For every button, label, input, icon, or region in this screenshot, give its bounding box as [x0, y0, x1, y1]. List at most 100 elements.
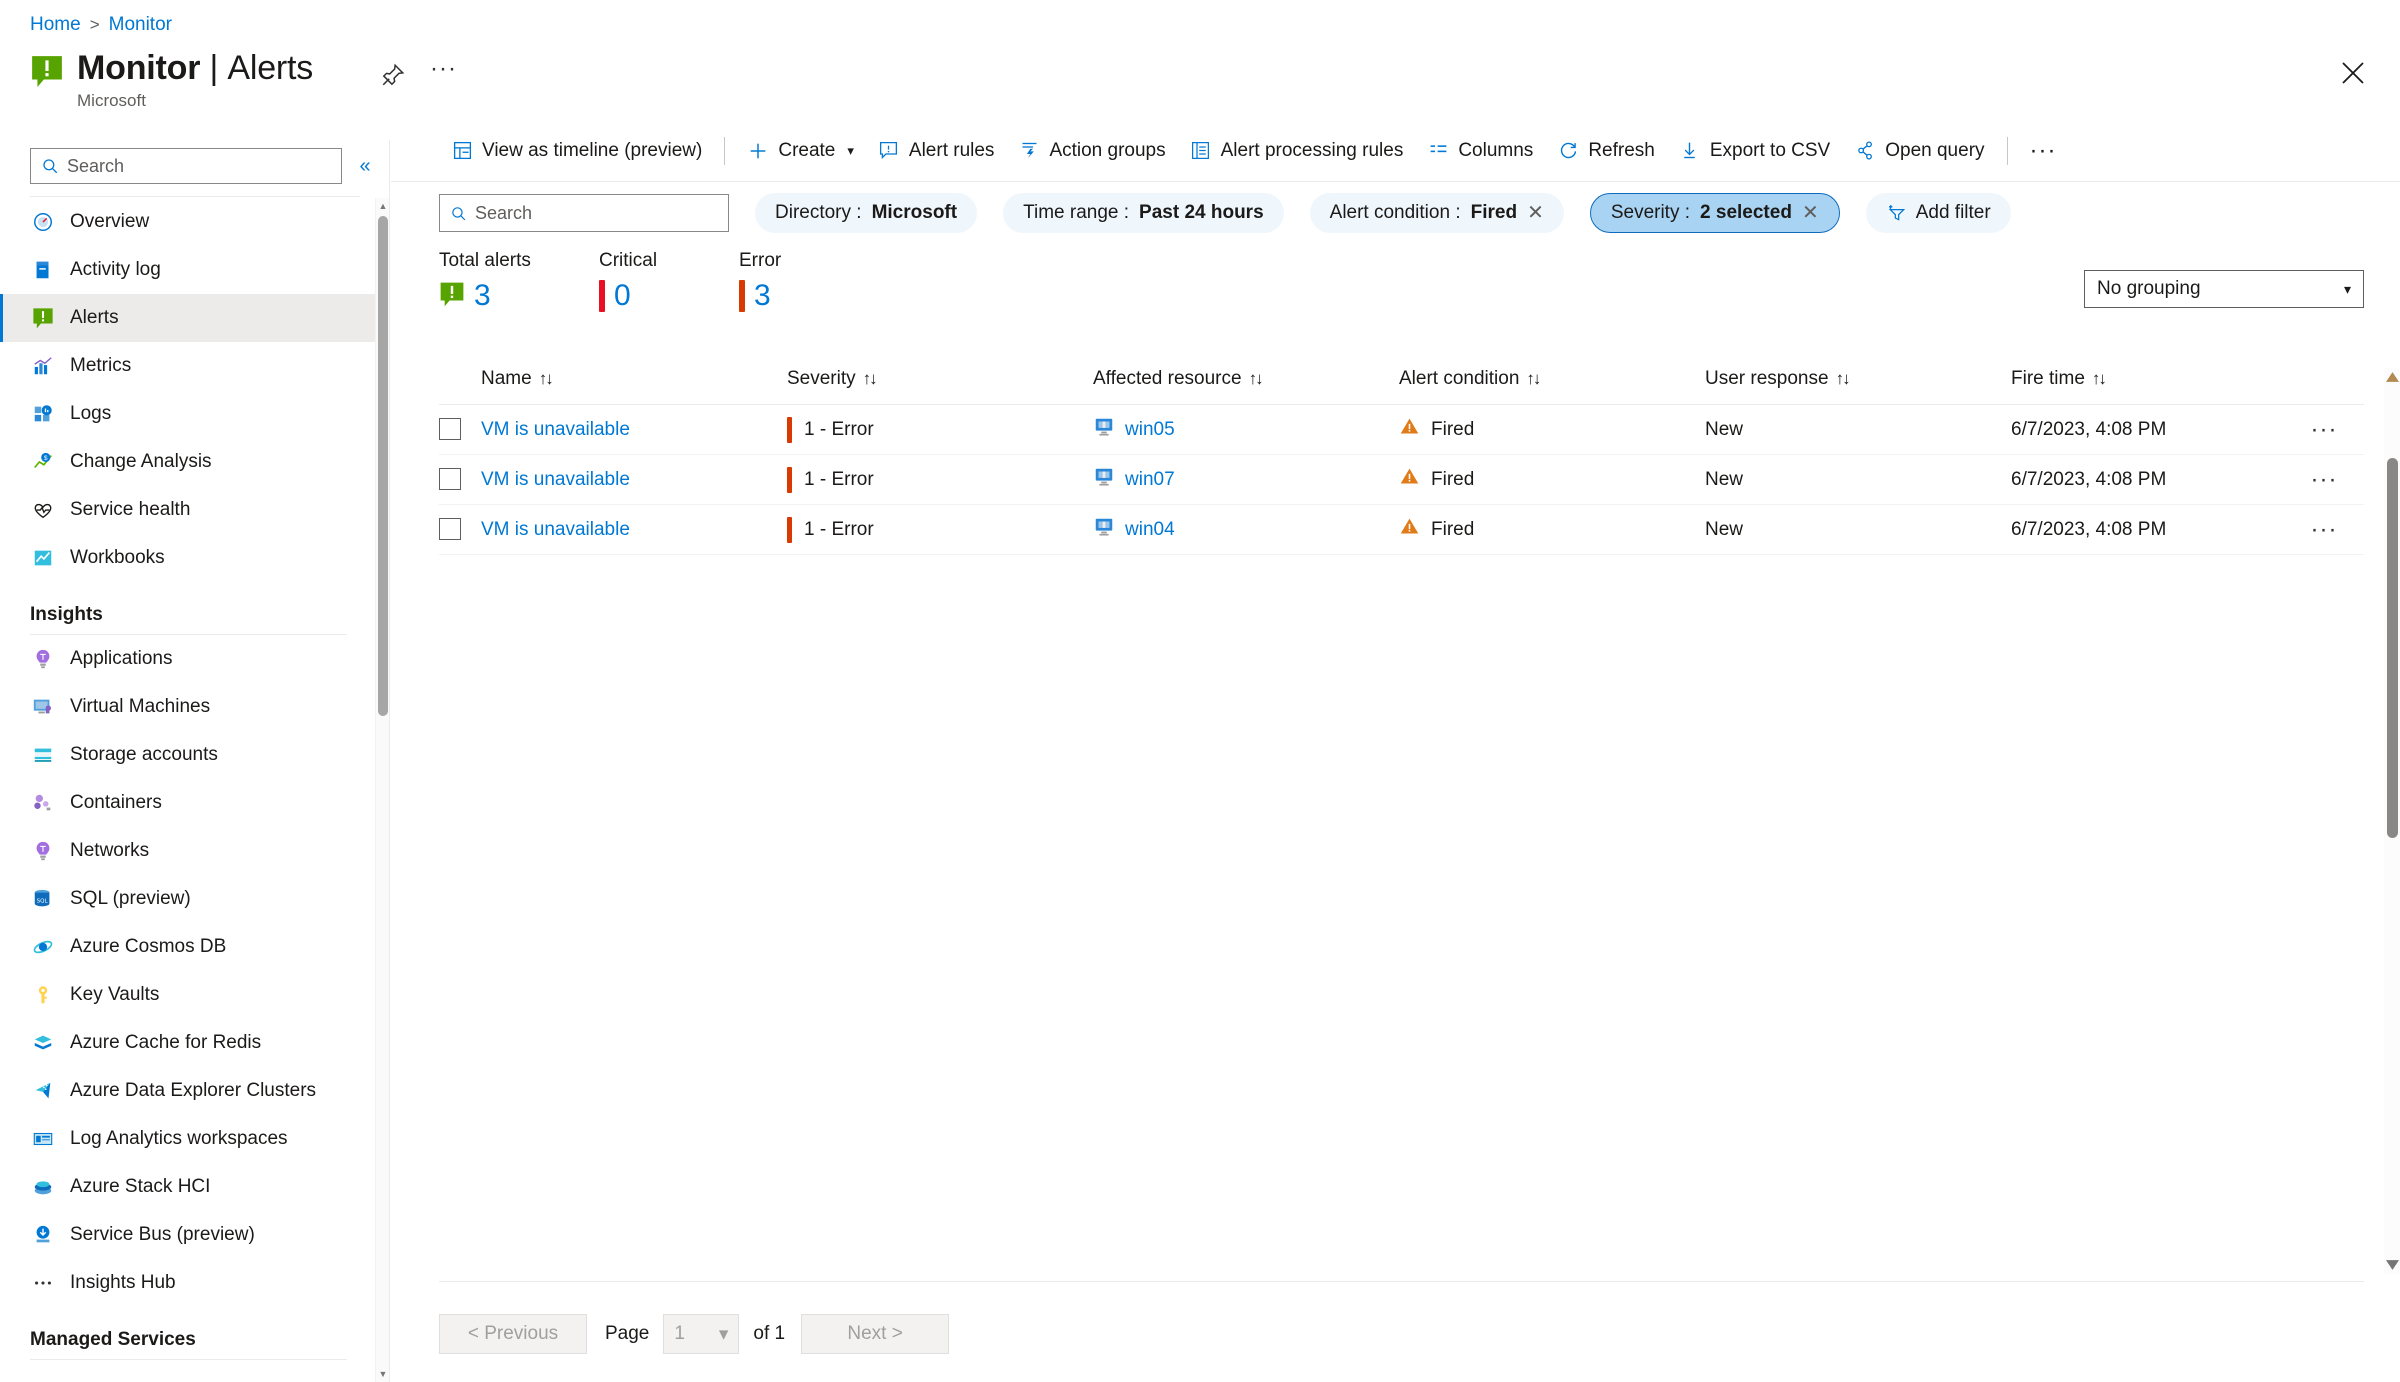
- sort-icon[interactable]: ↑↓: [863, 369, 878, 388]
- sort-icon[interactable]: ↑↓: [1526, 369, 1541, 388]
- breadcrumb-home[interactable]: Home: [30, 14, 81, 36]
- open-query-button[interactable]: Open query: [1842, 131, 1996, 171]
- page-number-select[interactable]: 1 ▾: [663, 1314, 740, 1354]
- sidebar-item-containers[interactable]: Containers: [0, 779, 377, 827]
- filter-chip-alert-condition[interactable]: Alert condition : Fired ✕: [1309, 193, 1564, 233]
- page-header: Monitor | Alerts Microsoft: [30, 48, 313, 111]
- table-scrollbar[interactable]: [2384, 368, 2400, 1274]
- download-icon: [1679, 140, 1701, 162]
- virtual-machines-icon: [30, 694, 56, 720]
- cell-user-response: New: [1705, 404, 2011, 455]
- filter-search-input[interactable]: Search: [439, 194, 729, 232]
- columns-button[interactable]: Columns: [1415, 131, 1545, 171]
- remove-filter-icon[interactable]: ✕: [1527, 203, 1544, 223]
- severity-bar-error: [739, 280, 745, 312]
- refresh-button[interactable]: Refresh: [1545, 131, 1667, 171]
- scroll-down-icon[interactable]: [2384, 1256, 2400, 1274]
- create-button[interactable]: Create ▾: [735, 131, 866, 171]
- toolbar-more-button[interactable]: ···: [2018, 138, 2069, 162]
- column-header-affected-resource[interactable]: Affected resource ↑↓: [1093, 368, 1399, 405]
- sidebar-item-overview[interactable]: Overview: [0, 198, 377, 246]
- sidebar-item-change-analysis[interactable]: $ Change Analysis: [0, 438, 377, 486]
- action-groups-button[interactable]: Action groups: [1006, 131, 1177, 171]
- column-header-alert-condition[interactable]: Alert condition ↑↓: [1399, 368, 1705, 405]
- column-header-user-response[interactable]: User response ↑↓: [1705, 368, 2011, 405]
- table-row[interactable]: VM is unavailable 1 - Error win04 Fired …: [439, 504, 2364, 555]
- sidebar-item-applications[interactable]: Applications: [0, 635, 377, 683]
- close-icon[interactable]: [2338, 58, 2368, 88]
- pin-icon[interactable]: [380, 62, 406, 88]
- sidebar-scrollbar-thumb[interactable]: [378, 216, 388, 716]
- filter-chip-directory[interactable]: Directory : Microsoft: [755, 193, 978, 233]
- sidebar-item-insights-hub[interactable]: Insights Hub: [0, 1259, 377, 1307]
- alert-rules-button[interactable]: Alert rules: [866, 131, 1007, 171]
- sort-icon[interactable]: ↑↓: [1836, 369, 1851, 388]
- sort-icon[interactable]: ↑↓: [539, 369, 554, 388]
- resource-link[interactable]: win07: [1125, 469, 1175, 491]
- sidebar-item-sql[interactable]: SQL SQL (preview): [0, 875, 377, 923]
- sidebar-item-log-analytics-workspaces[interactable]: Log Analytics workspaces: [0, 1115, 377, 1163]
- sidebar-item-virtual-machines[interactable]: Virtual Machines: [0, 683, 377, 731]
- condition-label: Fired: [1431, 468, 1475, 490]
- alert-name-link[interactable]: VM is unavailable: [481, 519, 630, 540]
- row-checkbox[interactable]: [439, 518, 461, 541]
- scroll-down-icon[interactable]: ▼: [376, 1366, 390, 1382]
- sidebar-item-activity-log[interactable]: Activity log: [0, 246, 377, 294]
- filter-chip-severity[interactable]: Severity : 2 selected ✕: [1589, 193, 1840, 233]
- row-more-button[interactable]: ···: [2284, 517, 2364, 541]
- header-more-button[interactable]: ···: [430, 57, 457, 81]
- sidebar-item-metrics[interactable]: Metrics: [0, 342, 377, 390]
- row-checkbox[interactable]: [439, 418, 461, 441]
- sidebar-item-networks[interactable]: Networks: [0, 827, 377, 875]
- filter-chip-time-range[interactable]: Time range : Past 24 hours: [1003, 193, 1284, 233]
- remove-filter-icon[interactable]: ✕: [1802, 203, 1819, 223]
- add-filter-button[interactable]: Add filter: [1865, 193, 2011, 233]
- fire-time-label: 6/7/2023, 4:08 PM: [2011, 468, 2167, 490]
- sidebar-item-key-vaults[interactable]: Key Vaults: [0, 971, 377, 1019]
- sort-icon[interactable]: ↑↓: [2092, 369, 2107, 388]
- sidebar-item-azure-cosmos-db[interactable]: Azure Cosmos DB: [0, 923, 377, 971]
- sidebar-scrollbar[interactable]: ▲ ▼: [375, 198, 389, 1382]
- alert-name-link[interactable]: VM is unavailable: [481, 419, 630, 440]
- export-to-csv-button[interactable]: Export to CSV: [1667, 131, 1842, 171]
- row-checkbox[interactable]: [439, 468, 461, 491]
- grouping-dropdown[interactable]: No grouping ▾: [2084, 270, 2364, 308]
- resource-link[interactable]: win04: [1125, 519, 1175, 541]
- command-toolbar: View as timeline (preview) Create ▾ Aler…: [391, 120, 2400, 182]
- sidebar-item-azure-data-explorer-clusters[interactable]: Azure Data Explorer Clusters: [0, 1067, 377, 1115]
- breadcrumb-monitor[interactable]: Monitor: [109, 14, 172, 36]
- column-header-fire-time[interactable]: Fire time ↑↓: [2011, 368, 2284, 405]
- sidebar-item-azure-stack-hci[interactable]: Azure Stack HCI: [0, 1163, 377, 1211]
- alert-processing-rules-button[interactable]: Alert processing rules: [1178, 131, 1416, 171]
- sidebar-item-storage-accounts[interactable]: Storage accounts: [0, 731, 377, 779]
- collapse-sidebar-icon[interactable]: «: [354, 155, 376, 178]
- sidebar-item-alerts[interactable]: Alerts: [0, 294, 377, 342]
- column-header-severity[interactable]: Severity ↑↓: [787, 368, 1093, 405]
- sidebar-item-workbooks[interactable]: Workbooks: [0, 534, 377, 582]
- sidebar-item-service-bus[interactable]: Service Bus (preview): [0, 1211, 377, 1259]
- previous-page-button[interactable]: < Previous: [439, 1314, 587, 1354]
- row-more-button[interactable]: ···: [2284, 467, 2364, 491]
- resource-link[interactable]: win05: [1125, 419, 1175, 441]
- alert-rules-icon: [878, 140, 900, 162]
- row-checkbox-cell: [439, 404, 481, 455]
- search-input[interactable]: Search: [30, 148, 342, 184]
- sidebar-item-azure-cache-for-redis[interactable]: Azure Cache for Redis: [0, 1019, 377, 1067]
- sort-icon[interactable]: ↑↓: [1249, 369, 1264, 388]
- page-title: Monitor | Alerts: [77, 48, 313, 88]
- view-as-timeline-button[interactable]: View as timeline (preview): [439, 131, 714, 171]
- sidebar-item-label: Log Analytics workspaces: [70, 1128, 288, 1149]
- table-row[interactable]: VM is unavailable 1 - Error win07 Fired …: [439, 454, 2364, 505]
- table-row[interactable]: VM is unavailable 1 - Error win05 Fired …: [439, 404, 2364, 455]
- sidebar-item-logs[interactable]: Logs: [0, 390, 377, 438]
- row-more-button[interactable]: ···: [2284, 417, 2364, 441]
- table-scrollbar-thumb[interactable]: [2387, 458, 2398, 838]
- next-page-button[interactable]: Next >: [801, 1314, 950, 1354]
- column-header-name[interactable]: Name ↑↓: [481, 368, 787, 405]
- warning-icon: [1399, 516, 1420, 543]
- sidebar-item-service-health[interactable]: Service health: [0, 486, 377, 534]
- scroll-up-icon[interactable]: [2384, 368, 2400, 386]
- scroll-up-icon[interactable]: ▲: [376, 198, 390, 214]
- alert-name-link[interactable]: VM is unavailable: [481, 469, 630, 490]
- user-response-label: New: [1705, 518, 1744, 540]
